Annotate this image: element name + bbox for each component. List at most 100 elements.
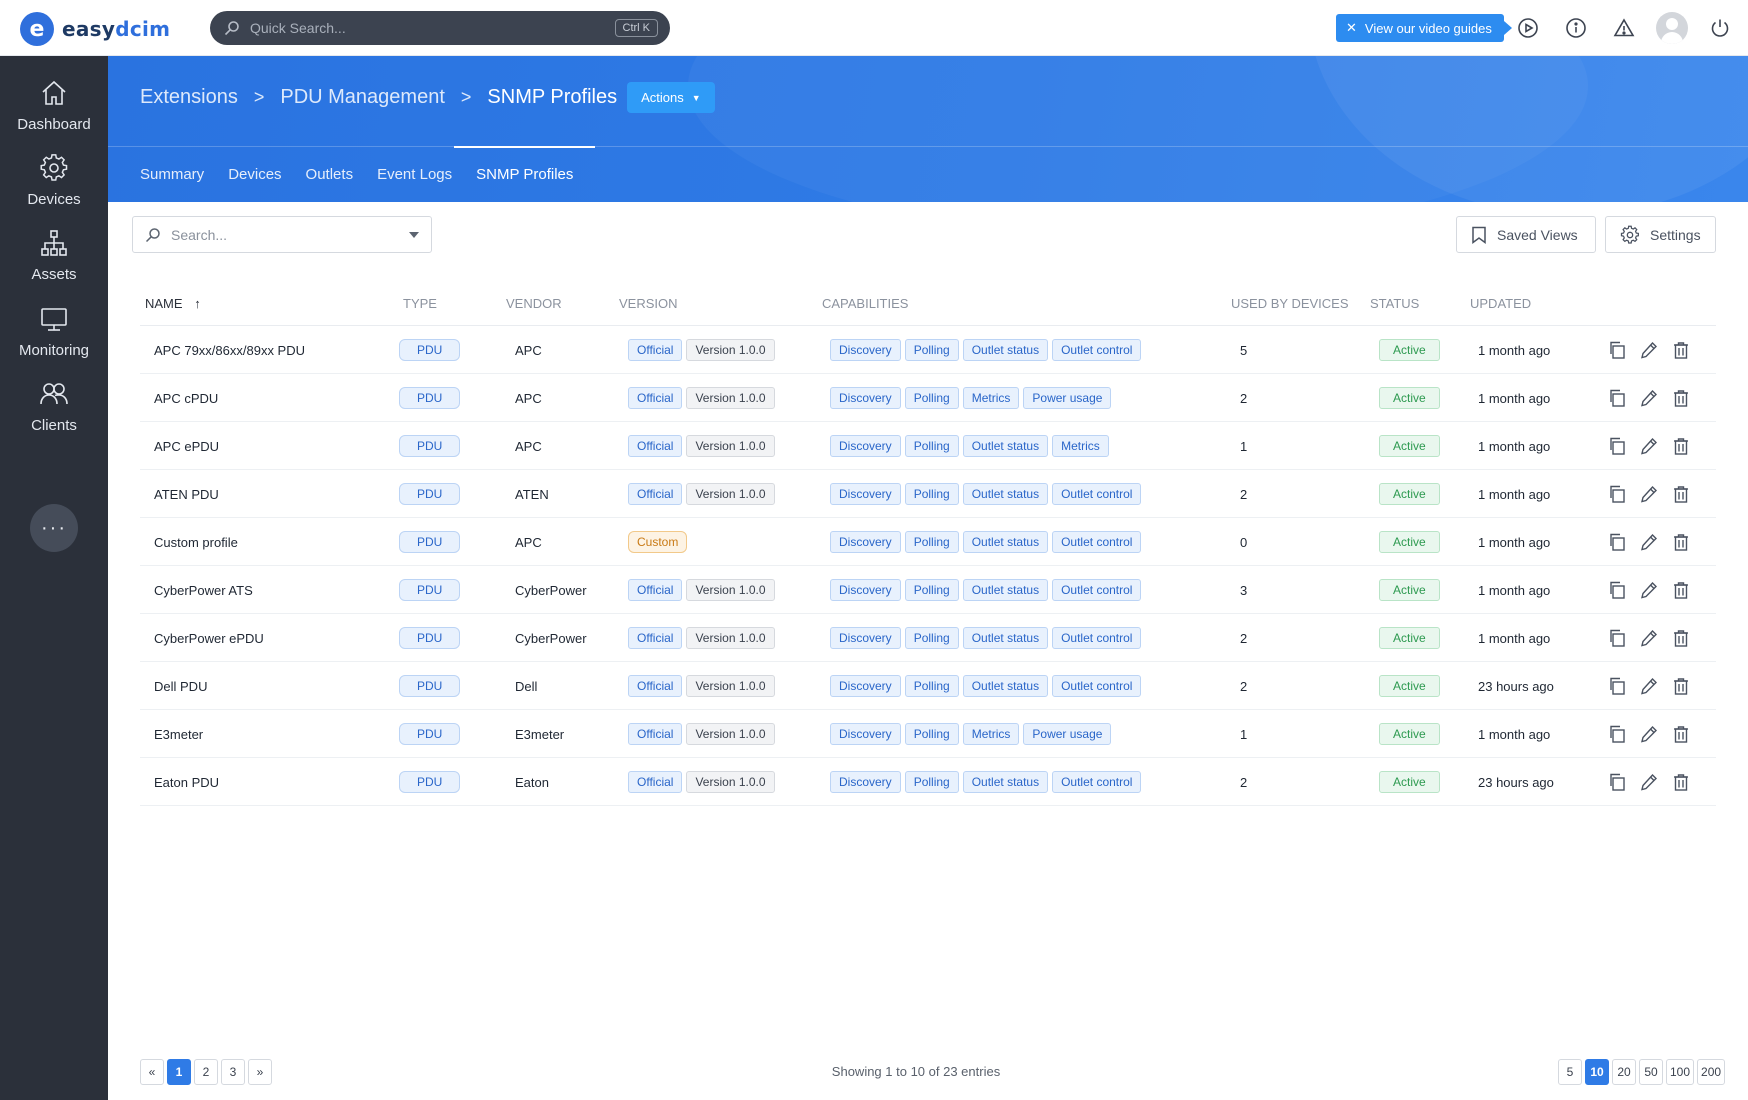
warning-icon[interactable] — [1608, 12, 1640, 44]
copy-icon[interactable] — [1607, 436, 1627, 456]
type-cell: PDU — [399, 566, 464, 614]
column-header-type[interactable]: TYPE — [403, 296, 437, 311]
delete-icon[interactable] — [1671, 484, 1691, 504]
delete-icon[interactable] — [1671, 724, 1691, 744]
copy-icon[interactable] — [1607, 388, 1627, 408]
video-guides-button[interactable]: ✕ View our video guides — [1336, 14, 1512, 42]
saved-views-button[interactable]: Saved Views — [1456, 216, 1596, 253]
profile-name[interactable]: ATEN PDU — [154, 470, 219, 518]
column-header-name[interactable]: NAME ↑ — [145, 296, 201, 311]
edit-icon[interactable] — [1639, 388, 1659, 408]
brand-logo[interactable]: e easydcim — [20, 12, 170, 46]
delete-icon[interactable] — [1671, 532, 1691, 552]
column-header-used-by-devices[interactable]: USED BY DEVICES — [1231, 296, 1349, 311]
copy-icon[interactable] — [1607, 340, 1627, 360]
capability-badge: Polling — [904, 531, 959, 553]
table-row[interactable]: APC 79xx/86xx/89xx PDU PDU APC Official Vers… — [140, 326, 1716, 374]
version-kind-badge: Official — [628, 723, 683, 745]
column-header-updated[interactable]: UPDATED — [1470, 296, 1531, 311]
copy-icon[interactable] — [1607, 532, 1627, 552]
profile-name[interactable]: Custom profile — [154, 518, 238, 566]
table-row[interactable]: E3meter PDU E3meter Official Version 1.0.0 Di… — [140, 710, 1716, 758]
copy-icon[interactable] — [1607, 724, 1627, 744]
edit-icon[interactable] — [1639, 724, 1659, 744]
version-badge: Version 1.0.0 — [686, 675, 775, 697]
table-row[interactable]: CyberPower ePDU PDU CyberPower Official Vers… — [140, 614, 1716, 662]
table-row[interactable]: APC cPDU PDU APC Official Version 1.0.0 Disco… — [140, 374, 1716, 422]
table-row[interactable]: APC ePDU PDU APC Official Version 1.0.0 Disco… — [140, 422, 1716, 470]
tab-outlets[interactable]: Outlets — [294, 146, 366, 202]
page-size-5[interactable]: 5 — [1558, 1059, 1582, 1085]
page-size-100[interactable]: 100 — [1666, 1059, 1695, 1085]
copy-icon[interactable] — [1607, 484, 1627, 504]
tab-devices[interactable]: Devices — [216, 146, 293, 202]
profile-name[interactable]: APC ePDU — [154, 422, 219, 470]
copy-icon[interactable] — [1607, 676, 1627, 696]
profile-name[interactable]: APC 79xx/86xx/89xx PDU — [154, 326, 305, 374]
column-header-version[interactable]: VERSION — [619, 296, 678, 311]
delete-icon[interactable] — [1671, 628, 1691, 648]
column-header-vendor[interactable]: VENDOR — [506, 296, 562, 311]
table-row[interactable]: Dell PDU PDU Dell Official Version 1.0.0 Disc… — [140, 662, 1716, 710]
quick-search-bar[interactable]: Ctrl K — [210, 11, 670, 45]
delete-icon[interactable] — [1671, 388, 1691, 408]
profile-name[interactable]: Dell PDU — [154, 662, 207, 710]
sidebar-item-assets[interactable]: Assets — [0, 228, 108, 298]
breadcrumb-pdu-management[interactable]: PDU Management — [280, 86, 445, 109]
copy-icon[interactable] — [1607, 628, 1627, 648]
sidebar-item-monitoring[interactable]: Monitoring — [0, 304, 108, 374]
edit-icon[interactable] — [1639, 340, 1659, 360]
edit-icon[interactable] — [1639, 532, 1659, 552]
breadcrumb-extensions[interactable]: Extensions — [140, 86, 238, 109]
copy-icon[interactable] — [1607, 772, 1627, 792]
edit-icon[interactable] — [1639, 772, 1659, 792]
edit-icon[interactable] — [1639, 484, 1659, 504]
delete-icon[interactable] — [1671, 772, 1691, 792]
copy-icon[interactable] — [1607, 580, 1627, 600]
sidebar-item-devices[interactable]: Devices — [0, 153, 108, 223]
delete-icon[interactable] — [1671, 580, 1691, 600]
page-size-50[interactable]: 50 — [1639, 1059, 1663, 1085]
table-row[interactable]: CyberPower ATS PDU CyberPower Official Versi… — [140, 566, 1716, 614]
close-icon[interactable]: ✕ — [1346, 20, 1357, 36]
info-icon[interactable] — [1560, 12, 1592, 44]
edit-icon[interactable] — [1639, 628, 1659, 648]
tab-event-logs[interactable]: Event Logs — [365, 146, 464, 202]
capability-badge: Outlet control — [1052, 483, 1142, 505]
profile-name[interactable]: APC cPDU — [154, 374, 218, 422]
table-row[interactable]: Eaton PDU PDU Eaton Official Version 1.0.0 Di… — [140, 758, 1716, 806]
delete-icon[interactable] — [1671, 436, 1691, 456]
vendor-cell: CyberPower — [515, 582, 587, 598]
quick-search-input[interactable] — [250, 20, 615, 36]
column-header-capabilities[interactable]: CAPABILITIES — [822, 296, 908, 311]
page-size-20[interactable]: 20 — [1612, 1059, 1636, 1085]
delete-icon[interactable] — [1671, 676, 1691, 696]
column-header-status[interactable]: STATUS — [1370, 296, 1419, 311]
table-search-input[interactable] — [171, 226, 409, 243]
sidebar-item-clients[interactable]: Clients — [0, 379, 108, 449]
more-menu-button[interactable]: ··· — [30, 504, 78, 552]
chevron-down-icon[interactable] — [409, 231, 419, 238]
table-search[interactable] — [132, 216, 432, 253]
user-avatar[interactable] — [1656, 12, 1688, 44]
tab-snmp-profiles[interactable]: SNMP Profiles — [454, 146, 596, 202]
version-kind-badge: Official — [628, 579, 683, 601]
table-row[interactable]: ATEN PDU PDU ATEN Official Version 1.0.0 Disc… — [140, 470, 1716, 518]
table-row[interactable]: Custom profile PDU APC Custom Discovery Polli… — [140, 518, 1716, 566]
play-circle-icon[interactable] — [1512, 12, 1544, 44]
profile-name[interactable]: CyberPower ATS — [154, 566, 253, 614]
page-size-10[interactable]: 10 — [1585, 1059, 1609, 1085]
actions-dropdown-button[interactable]: Actions ▼ — [627, 82, 715, 113]
sidebar-item-dashboard[interactable]: Dashboard — [0, 78, 108, 148]
delete-icon[interactable] — [1671, 340, 1691, 360]
power-icon[interactable] — [1704, 12, 1736, 44]
profile-name[interactable]: CyberPower ePDU — [154, 614, 264, 662]
page-size-200[interactable]: 200 — [1697, 1059, 1726, 1085]
edit-icon[interactable] — [1639, 436, 1659, 456]
settings-button[interactable]: Settings — [1605, 216, 1716, 253]
profile-name[interactable]: Eaton PDU — [154, 758, 219, 806]
edit-icon[interactable] — [1639, 676, 1659, 696]
profile-name[interactable]: E3meter — [154, 710, 203, 758]
tab-summary[interactable]: Summary — [128, 146, 216, 202]
edit-icon[interactable] — [1639, 580, 1659, 600]
